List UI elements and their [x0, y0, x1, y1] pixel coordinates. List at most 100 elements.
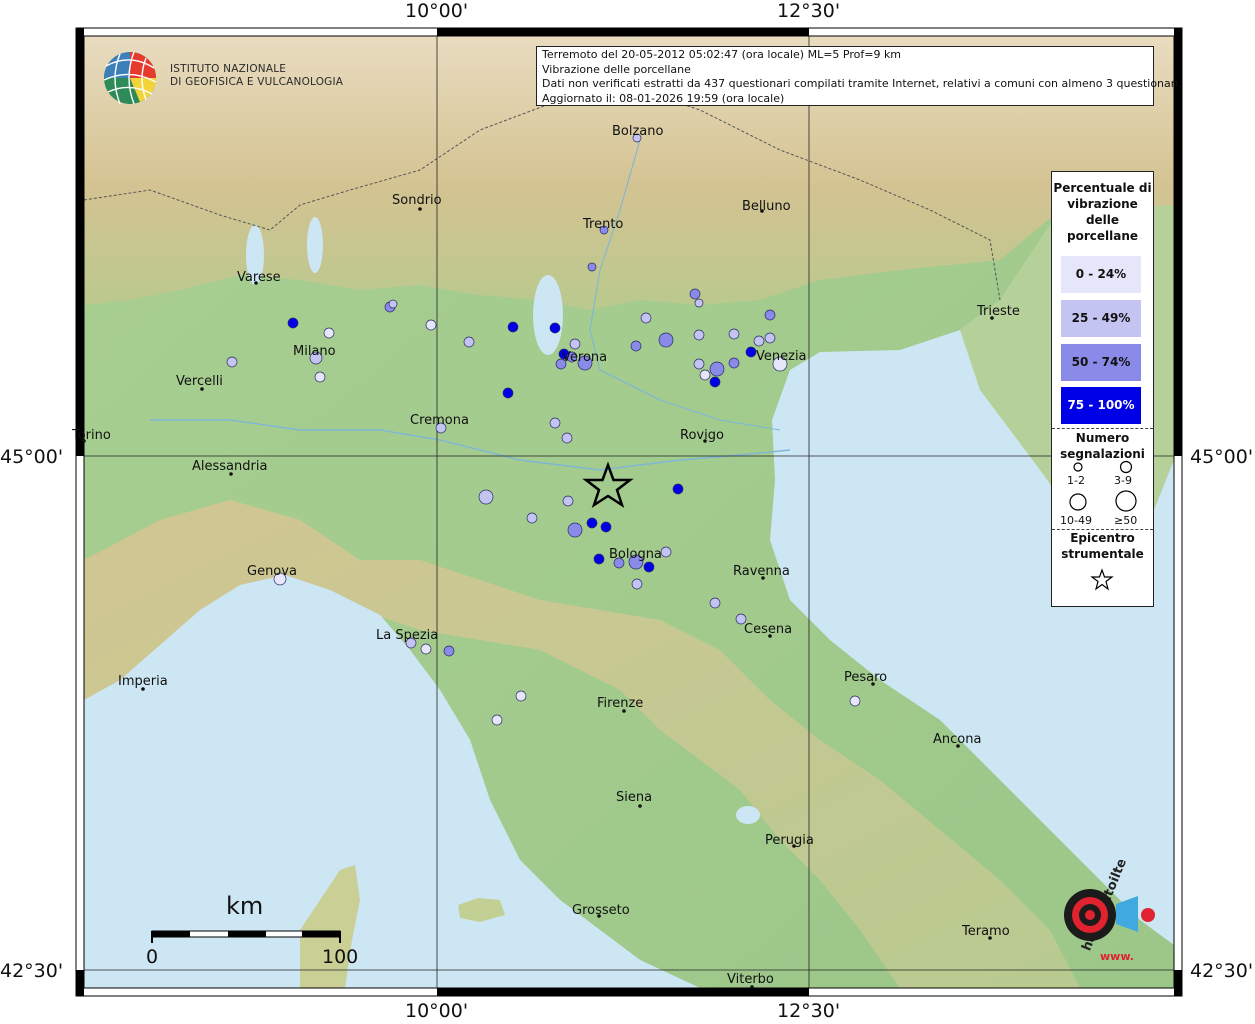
observation-point — [226, 356, 238, 368]
place-cesena: Cesena — [744, 622, 793, 637]
lake-garda — [533, 275, 563, 355]
place-bologna: Bologna — [609, 547, 662, 562]
observation-point — [764, 332, 776, 344]
observation-point — [849, 695, 861, 707]
place-alessandria: Alessandria — [192, 459, 268, 474]
axis-top-12-30: 12°30' — [777, 0, 841, 22]
observation-point — [569, 338, 581, 350]
observation-point — [463, 336, 475, 348]
place-ravenna: Ravenna — [733, 564, 790, 579]
legend-epicenter-title: Epicentro strumentale — [1061, 531, 1144, 561]
observation-point — [502, 387, 514, 399]
site-logo: haisentitoilterremoto.it www. — [1064, 860, 1158, 963]
info-event: Terremoto del 20-05-2012 05:02:47 (ora l… — [542, 48, 902, 61]
lake-como — [307, 217, 323, 273]
place-pesaro: Pesaro — [844, 670, 888, 685]
legend-count-50: ≥50 — [1114, 514, 1138, 527]
info-updated: Aggiornato il: 08-01-2026 19:59 (ora loc… — [542, 91, 785, 105]
axis-bottom-10: 10°00' — [405, 1000, 469, 1022]
frame-top-bar — [437, 28, 809, 36]
observation-point — [693, 358, 705, 370]
event-info-box: Terremoto del 20-05-2012 05:02:47 (ora l… — [536, 46, 1182, 106]
info-parameter: Vibrazione delle porcellane — [542, 62, 691, 76]
scale-end: 100 — [322, 946, 359, 968]
legend-count-1-2: 1-2 — [1067, 474, 1085, 487]
axis-bottom-12-30: 12°30' — [777, 1000, 841, 1022]
place-milano: Milano — [293, 344, 336, 359]
place-ancona: Ancona — [933, 732, 982, 747]
logo-line1: ISTITUTO NAZIONALE — [170, 63, 287, 75]
place-sondrio: Sondrio — [392, 193, 442, 208]
observation-point — [443, 645, 455, 657]
ingv-logo-text: ISTITUTO NAZIONALE DI GEOFISICA E VULCAN… — [170, 63, 343, 89]
place-torino: Torino — [72, 428, 111, 443]
observation-point — [728, 357, 740, 369]
observation-point — [753, 335, 765, 347]
place-vercelli: Vercelli — [176, 374, 223, 389]
legend: Percentuale di vibrazione delle porcella… — [1051, 171, 1154, 607]
observation-point — [689, 288, 701, 300]
axis-right-45: 45°00' — [1190, 446, 1254, 468]
observation-point — [699, 369, 711, 381]
place-rovigo: Rovigo — [680, 428, 724, 443]
legend-count-symbols — [1069, 460, 1137, 512]
legend-title: Percentuale di vibrazione delle porcella… — [1053, 181, 1152, 243]
observation-point — [658, 332, 674, 348]
observation-point — [507, 321, 519, 333]
observation-point — [587, 262, 597, 272]
place-siena: Siena — [616, 790, 653, 805]
legend-class-1: 25 - 49% — [1061, 300, 1141, 337]
legend-star-icon — [1090, 568, 1114, 591]
place-varese: Varese — [237, 270, 281, 285]
observation-point — [515, 690, 527, 702]
observation-point — [388, 299, 398, 309]
place-teramo: Teramo — [962, 924, 1010, 939]
observation-point — [323, 327, 335, 339]
observation-point — [630, 340, 642, 352]
observation-point — [600, 521, 612, 533]
place-bolzano: Bolzano — [612, 124, 664, 139]
observation-point — [491, 714, 503, 726]
frame-right-bar-2 — [1174, 970, 1182, 988]
place-grosseto: Grosseto — [572, 903, 630, 918]
place-firenze: Firenze — [597, 696, 644, 711]
place-genova: Genova — [247, 564, 297, 579]
place-perugia: Perugia — [765, 833, 814, 848]
observation-point — [567, 522, 583, 538]
observation-point — [420, 643, 432, 655]
axis-left-45: 45°00' — [0, 446, 64, 468]
observation-point — [694, 298, 704, 308]
observation-point — [643, 561, 655, 573]
observation-point — [593, 553, 605, 565]
place-imperia: Imperia — [118, 674, 168, 689]
frame-right-bar-1 — [1174, 36, 1182, 456]
observation-point — [709, 361, 725, 377]
observation-point — [586, 517, 598, 529]
observation-point — [709, 376, 721, 388]
axis-right-42-30: 42°30' — [1190, 960, 1254, 982]
observation-point — [709, 597, 721, 609]
place-verona: Verona — [562, 350, 608, 365]
observation-point — [562, 495, 574, 507]
observation-point — [287, 317, 299, 329]
place-cremona: Cremona — [410, 413, 469, 428]
observation-point — [561, 432, 573, 444]
scale-start: 0 — [146, 946, 159, 968]
legend-sep-1 — [1052, 428, 1153, 429]
axis-left-42-30: 42°30' — [0, 960, 64, 982]
legend-class-3: 75 - 100% — [1061, 387, 1141, 424]
place-trento: Trento — [583, 217, 624, 232]
observation-point — [660, 546, 672, 558]
lake-trasimeno — [736, 806, 760, 824]
place-viterbo: Viterbo — [727, 972, 774, 987]
observation-point — [425, 319, 437, 331]
observation-point — [764, 309, 776, 321]
frame-bottom-bar — [437, 988, 809, 996]
observation-point — [672, 483, 684, 495]
observation-point — [640, 312, 652, 324]
info-source: Dati non verificati estratti da 437 ques… — [542, 77, 1182, 90]
place-belluno: Belluno — [742, 199, 791, 214]
logo-line2: DI GEOFISICA E VULCANOLOGIA — [170, 76, 344, 88]
site-url: www. — [1100, 950, 1134, 963]
legend-count-10-49: 10-49 — [1060, 514, 1092, 527]
